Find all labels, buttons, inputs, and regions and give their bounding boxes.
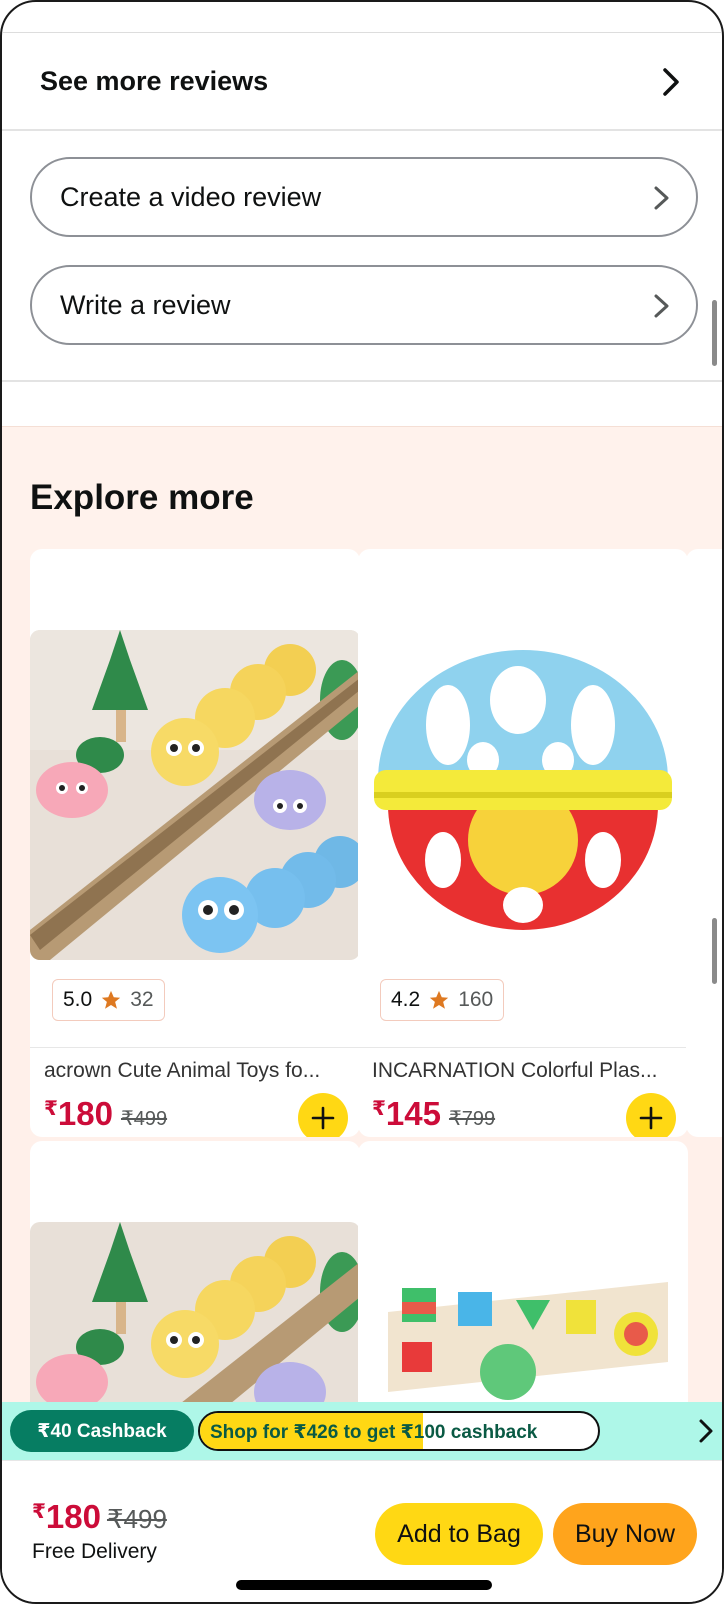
section-divider xyxy=(2,380,722,382)
product-card[interactable] xyxy=(30,1141,360,1441)
explore-title: Explore more xyxy=(30,478,254,517)
price-value: 145 xyxy=(385,1095,441,1132)
card-divider xyxy=(358,1047,688,1048)
product-card[interactable]: 4.2 160 INCARNATION Colorful Plas... ₹ 1… xyxy=(358,549,688,1137)
mrp-value: ₹499 xyxy=(120,1108,168,1130)
add-to-cart-button[interactable] xyxy=(298,1093,348,1137)
rating-count: 160 xyxy=(458,988,494,1011)
price-value: 180 xyxy=(57,1095,113,1132)
cashback-progress: Shop for ₹426 to get ₹100 cashback xyxy=(198,1411,600,1451)
bottom-price: ₹ 180 ₹499 xyxy=(32,1498,167,1536)
product-price: ₹ 180 ₹499 xyxy=(44,1095,167,1133)
star-icon xyxy=(430,990,449,1009)
product-card[interactable]: 5.0 32 acrown Cute Animal Toys fo... ₹ 1… xyxy=(30,549,360,1137)
add-to-cart-button[interactable] xyxy=(626,1093,676,1137)
create-video-review-label: Create a video review xyxy=(60,181,322,212)
scrollbar-thumb[interactable] xyxy=(712,300,717,366)
product-title[interactable]: INCARNATION Colorful Plas... xyxy=(372,1059,672,1083)
plus-icon xyxy=(311,1106,335,1130)
plus-icon xyxy=(639,1106,663,1130)
currency-symbol: ₹ xyxy=(32,1501,46,1523)
phone-frame: See more reviews Create a video review W… xyxy=(0,0,724,1604)
scrollbar-thumb[interactable] xyxy=(712,918,717,984)
product-price: ₹ 145 ₹799 xyxy=(372,1095,495,1133)
write-review-label: Write a review xyxy=(60,289,231,320)
rattle-ball-image xyxy=(358,630,688,960)
delivery-text: Free Delivery xyxy=(32,1540,157,1563)
buy-now-button[interactable]: Buy Now xyxy=(553,1503,697,1565)
rating-count: 32 xyxy=(130,988,154,1011)
chevron-right-icon xyxy=(654,186,669,210)
rating-value: 4.2 xyxy=(391,988,421,1011)
write-review-button[interactable]: Write a review xyxy=(30,265,698,345)
rating-badge: 5.0 32 xyxy=(52,979,165,1021)
currency-symbol: ₹ xyxy=(44,1098,58,1120)
see-more-reviews-label: See more reviews xyxy=(40,65,269,96)
cashback-badge: ₹40 Cashback xyxy=(10,1410,194,1452)
product-card-peek[interactable] xyxy=(686,549,722,1137)
currency-symbol: ₹ xyxy=(372,1098,386,1120)
rating-badge: 4.2 160 xyxy=(380,979,505,1021)
home-indicator[interactable] xyxy=(236,1580,492,1590)
chevron-right-icon xyxy=(654,294,669,318)
rating-value: 5.0 xyxy=(63,988,93,1011)
product-title[interactable]: acrown Cute Animal Toys fo... xyxy=(44,1059,344,1083)
price-value: 180 xyxy=(45,1498,101,1535)
add-to-bag-button[interactable]: Add to Bag xyxy=(375,1503,543,1565)
caterpillar-toys-image xyxy=(30,630,360,960)
product-card[interactable] xyxy=(358,1141,688,1441)
chevron-right-icon xyxy=(663,68,679,96)
card-divider xyxy=(30,1047,360,1048)
mrp-value: ₹499 xyxy=(106,1504,167,1534)
chevron-right-icon[interactable] xyxy=(696,1417,716,1445)
star-icon xyxy=(102,990,121,1009)
mrp-value: ₹799 xyxy=(448,1108,496,1130)
see-more-reviews-row[interactable]: See more reviews xyxy=(2,33,722,131)
cashback-message: Shop for ₹426 to get ₹100 cashback xyxy=(210,1422,538,1443)
create-video-review-button[interactable]: Create a video review xyxy=(30,157,698,237)
